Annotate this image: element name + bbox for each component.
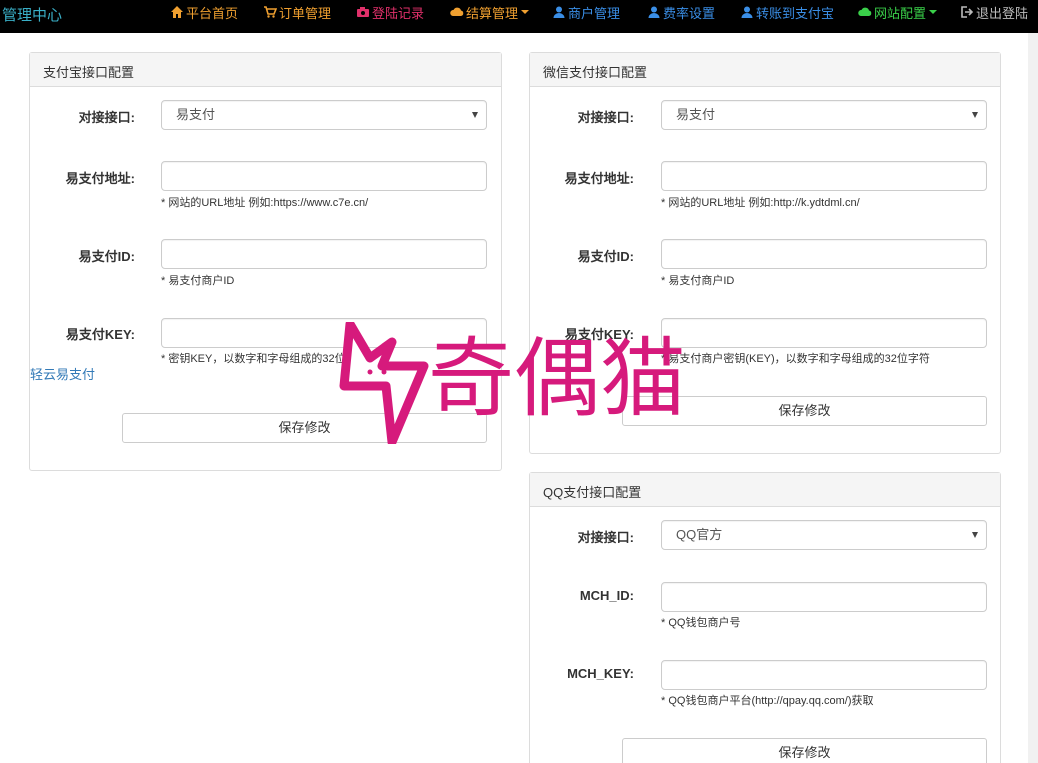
mch-key-label: MCH_KEY: (567, 666, 634, 681)
user-icon (553, 6, 565, 18)
url-label: 易支付地址: (65, 171, 135, 186)
wechat-config-panel: 微信支付接口配置 对接接口: 易支付 易支付地址: * 网站的URL地址 例如:… (529, 52, 1001, 454)
nav-transfer-alipay-label: 转账到支付宝 (756, 5, 835, 21)
camera-icon (357, 7, 369, 17)
id-label: 易支付ID: (78, 249, 135, 264)
mch-key-input[interactable] (661, 660, 987, 690)
nav-rates[interactable]: 费率设置 (647, 2, 715, 22)
nav-login-log[interactable]: 登陆记录 (356, 2, 424, 22)
brand-title[interactable]: 管理中心 (2, 4, 62, 25)
url-input[interactable] (661, 161, 987, 191)
mch-id-label: MCH_ID: (579, 588, 634, 603)
qq-config-panel: QQ支付接口配置 对接接口: QQ官方 MCH_ID: * QQ钱包商户号 MC… (529, 472, 1001, 763)
nav-site-config[interactable]: 网站配置 (858, 2, 938, 22)
api-label: 对接接口: (577, 110, 634, 125)
api-select[interactable]: 易支付 (161, 100, 487, 130)
key-label: 易支付KEY: (564, 327, 634, 342)
url-input[interactable] (161, 161, 487, 191)
nav-transfer-alipay[interactable]: 转账到支付宝 (740, 2, 834, 22)
id-help: * 易支付商户ID (161, 275, 235, 287)
id-input[interactable] (661, 239, 987, 269)
save-button[interactable]: 保存修改 (622, 738, 987, 763)
nav-login-log-label: 登陆记录 (372, 5, 425, 21)
nav-settlement-label: 结算管理 (466, 5, 519, 21)
key-help: * 密钥KEY，以数字和字母组成的32位字符 (161, 353, 368, 365)
top-navbar: 管理中心 平台首页 订单管理 登陆记录 结算管理 商户管理 费率设置 转账到支付… (0, 0, 1038, 33)
chevron-down-icon (972, 532, 978, 538)
qingyun-epay-link[interactable]: 轻云易支付 (30, 364, 95, 383)
api-label: 对接接口: (78, 110, 135, 125)
api-select-value: 易支付 (676, 107, 716, 122)
panel-title: 支付宝接口配置 (30, 53, 501, 87)
chevron-down-icon (472, 112, 478, 118)
panel-title: 微信支付接口配置 (530, 53, 1000, 87)
key-input[interactable] (161, 318, 487, 348)
id-input[interactable] (161, 239, 487, 269)
nav-logout[interactable]: 退出登陆 (960, 2, 1028, 22)
id-help: * 易支付商户ID (661, 275, 735, 287)
mch-id-input[interactable] (661, 582, 987, 612)
nav-home-label: 平台首页 (186, 5, 239, 21)
nav-merchants[interactable]: 商户管理 (552, 2, 620, 22)
url-label: 易支付地址: (564, 171, 634, 186)
cloud-icon (450, 7, 464, 16)
api-label: 对接接口: (577, 530, 634, 545)
api-select-value: QQ官方 (676, 527, 723, 542)
nav-orders-label: 订单管理 (279, 5, 332, 21)
key-help: * 易支付商户密钥(KEY)，以数字和字母组成的32位字符 (661, 353, 930, 365)
mch-id-help: * QQ钱包商户号 (661, 617, 741, 629)
cart-icon (264, 6, 277, 18)
key-label: 易支付KEY: (65, 327, 135, 342)
cloud-icon (858, 7, 872, 16)
nav-orders[interactable]: 订单管理 (263, 2, 331, 22)
mch-key-help: * QQ钱包商户平台(http://qpay.qq.com/)获取 (661, 695, 874, 707)
key-input[interactable] (661, 318, 987, 348)
scrollbar-track[interactable] (1028, 33, 1038, 763)
url-help: * 网站的URL地址 例如:http://k.ydtdml.cn/ (661, 197, 860, 209)
panel-title: QQ支付接口配置 (530, 473, 1000, 507)
api-select[interactable]: QQ官方 (661, 520, 987, 550)
chevron-down-icon (972, 112, 978, 118)
save-button[interactable]: 保存修改 (622, 396, 987, 426)
save-button[interactable]: 保存修改 (122, 413, 487, 443)
id-label: 易支付ID: (577, 249, 634, 264)
user-icon (741, 6, 753, 18)
home-icon (171, 6, 183, 18)
url-help: * 网站的URL地址 例如:https://www.c7e.cn/ (161, 197, 369, 209)
logout-icon (961, 6, 974, 18)
chevron-down-icon (929, 10, 938, 14)
nav-home[interactable]: 平台首页 (170, 2, 238, 22)
nav-settlement[interactable]: 结算管理 (450, 2, 530, 22)
api-select-value: 易支付 (176, 107, 216, 122)
nav-merchants-label: 商户管理 (568, 5, 621, 21)
chevron-down-icon (521, 10, 530, 14)
nav-site-config-label: 网站配置 (874, 5, 927, 21)
alipay-config-panel: 支付宝接口配置 对接接口: 易支付 易支付地址: * 网站的URL地址 例如:h… (29, 52, 502, 471)
nav-rates-label: 费率设置 (663, 5, 716, 21)
api-select[interactable]: 易支付 (661, 100, 987, 130)
nav-logout-label: 退出登陆 (976, 5, 1029, 21)
user-icon (648, 6, 660, 18)
